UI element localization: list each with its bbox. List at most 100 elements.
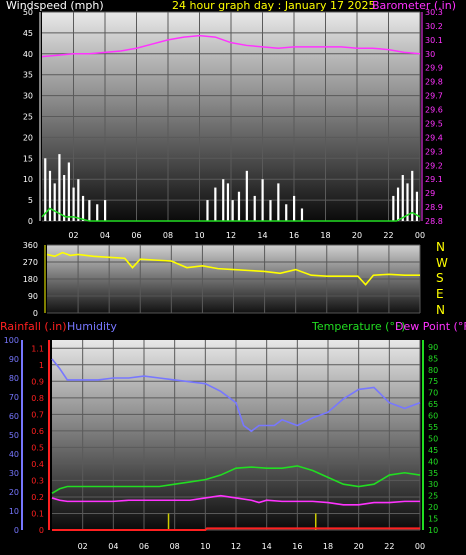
wind-gust-bar	[222, 179, 225, 221]
y-tick-label: 50	[23, 8, 33, 17]
wind-gust-bar	[392, 195, 395, 221]
y2-tick-label: 30	[425, 50, 435, 59]
x-tick-label: 20	[354, 542, 364, 551]
x-tick-label: 16	[289, 231, 299, 240]
rain-tick-label: 0.8	[31, 394, 44, 403]
humidity-tick-label: 20	[9, 488, 19, 497]
humidity-tick-label: 30	[9, 469, 19, 478]
wind-gust-bar	[81, 195, 85, 221]
x-tick-label: 18	[320, 231, 330, 240]
rain-tick-label: 1.1	[31, 344, 44, 353]
x-tick-label: 02	[68, 231, 78, 240]
y2-tick-label: 29	[425, 189, 435, 198]
wind-gust-bar	[96, 204, 99, 221]
wind-gust-bar	[261, 179, 264, 221]
wind-gust-bar	[104, 200, 107, 221]
x-tick-label: 22	[383, 231, 393, 240]
temperature-tick-label: 10	[428, 526, 438, 535]
wind-gust-bar	[237, 191, 241, 221]
humidity-tick-label: 40	[9, 450, 19, 459]
y-tick-label: 270	[23, 258, 38, 267]
wind-gust-bar	[88, 200, 91, 221]
wind-gust-bar	[206, 200, 209, 221]
wind-gust-bar	[285, 204, 288, 221]
x-tick-label: 20	[352, 231, 362, 240]
y-tick-label: 10	[23, 175, 33, 184]
wind-gust-bar	[293, 195, 296, 221]
y2-tick-label: 28.8	[425, 217, 443, 226]
y-tick-label: 30	[23, 92, 33, 101]
y2-tick-label: 29.8	[425, 78, 443, 87]
humidity-tick-label: 70	[9, 393, 19, 402]
y-tick-label: 5	[28, 196, 33, 205]
y-tick-label: 360	[23, 241, 38, 250]
temperature-tick-label: 50	[428, 434, 438, 443]
wind-gust-bar	[214, 187, 217, 221]
y2-tick-label: 30.3	[425, 8, 443, 17]
wind-gust-bar	[58, 154, 61, 221]
y2-tick-label: 29.1	[425, 175, 443, 184]
y-tick-label: 180	[23, 275, 38, 284]
temperature-tick-label: 65	[428, 400, 438, 409]
rain-tick-label: 0.6	[31, 427, 44, 436]
y-tick-label: 45	[23, 29, 33, 38]
wind-gust-bar	[396, 187, 400, 221]
humidity-tick-label: 80	[9, 374, 19, 383]
rain-tick-label: 0.9	[31, 377, 44, 386]
y2-tick-label: 29.3	[425, 147, 443, 156]
temperature-tick-label: 20	[428, 503, 438, 512]
wind-gust-bar	[48, 170, 52, 221]
humidity-tick-label: 100	[4, 336, 19, 345]
rain-tick-label: 0.7	[31, 410, 44, 419]
wind-gust-bar	[415, 191, 419, 221]
y-tick-label: 25	[23, 113, 33, 122]
y-tick-label: 20	[23, 133, 33, 142]
y2-tick-label: 30.1	[425, 36, 443, 45]
y2-tick-label: 29.9	[425, 64, 443, 73]
x-tick-label: 22	[384, 542, 394, 551]
rain-tick-label: 0.1	[31, 509, 44, 518]
rain-tick-label: 1	[39, 361, 44, 370]
temperature-tick-label: 80	[428, 366, 438, 375]
wind-gust-bar	[67, 162, 70, 221]
wind-gust-bar	[269, 200, 272, 221]
wind-gust-bar	[53, 183, 56, 221]
humidity-tick-label: 10	[9, 507, 19, 516]
rain-tick-label: 0.5	[31, 443, 44, 452]
temperature-tick-label: 70	[428, 389, 438, 398]
rain-tick-label: 0	[39, 526, 44, 535]
temperature-tick-label: 45	[428, 446, 438, 455]
temperature-tick-label: 60	[428, 412, 438, 421]
x-tick-label: 08	[163, 231, 173, 240]
x-tick-label: 06	[131, 231, 141, 240]
y-tick-label: 0	[33, 309, 38, 318]
x-tick-label: 08	[170, 542, 180, 551]
x-tick-label: 12	[231, 542, 241, 551]
x-tick-label: 10	[194, 231, 204, 240]
temperature-tick-label: 75	[428, 377, 438, 386]
y-tick-label: 90	[28, 292, 38, 301]
wind-direction-chart: 0 90 180 270 360	[23, 241, 421, 318]
humidity-tick-label: 90	[9, 355, 19, 364]
temperature-tick-label: 30	[428, 480, 438, 489]
rain-humidity-temperature-chart: 0 0.1 0.2 0.3 0.4 0.5 0.6 0.7 0.8 0.9 1 1.1 0 10 20 30 4…	[4, 336, 438, 551]
y2-tick-label: 29.4	[425, 133, 443, 142]
humidity-tick-label: 0	[14, 526, 19, 535]
y-tick-label: 0	[28, 217, 33, 226]
charts-svg: 0510152025303540455002 04 06 08 10 12 14 16 18 20…	[4, 8, 443, 551]
x-tick-label: 04	[100, 231, 110, 240]
rain-tick-label: 0.4	[31, 460, 44, 469]
humidity-tick-label: 60	[9, 412, 19, 421]
x-tick-label: 00	[415, 542, 425, 551]
x-tick-label: 14	[257, 231, 267, 240]
wind-gust-bar	[401, 175, 404, 221]
wind-gust-bar	[226, 183, 230, 221]
y-tick-label: 15	[23, 154, 33, 163]
temperature-tick-label: 40	[428, 457, 438, 466]
rain-tick-label: 0.2	[31, 493, 44, 502]
x-tick-label: 14	[262, 542, 272, 551]
x-tick-label: 06	[139, 542, 149, 551]
wind-gust-bar	[253, 195, 256, 221]
x-tick-label: 04	[108, 542, 118, 551]
x-tick-label: 12	[226, 231, 236, 240]
